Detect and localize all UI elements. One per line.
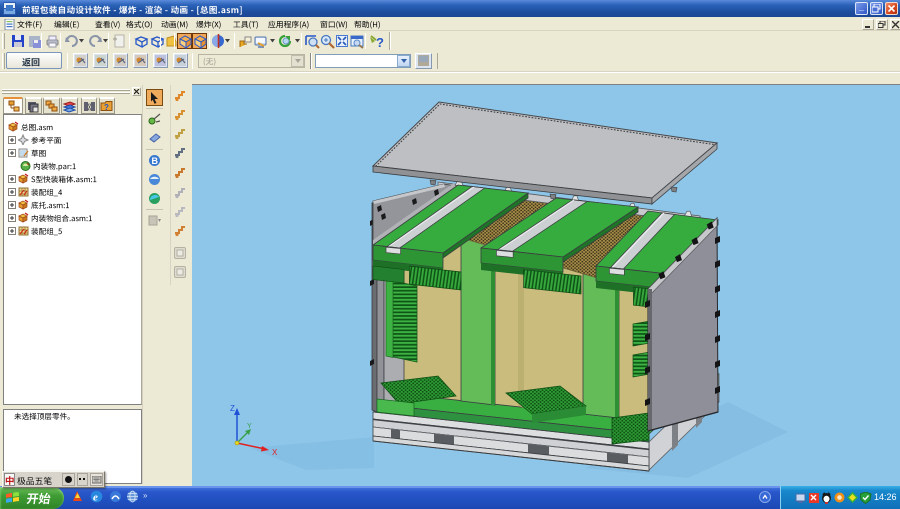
- svg-text:Y: Y: [247, 423, 252, 430]
- svg-text:?: ?: [104, 103, 109, 112]
- svg-text:?: ?: [376, 35, 384, 49]
- svg-text:B: B: [152, 156, 159, 166]
- svg-text:Z: Z: [230, 404, 235, 413]
- svg-text:e: e: [93, 492, 98, 504]
- svg-text:X: X: [272, 448, 278, 457]
